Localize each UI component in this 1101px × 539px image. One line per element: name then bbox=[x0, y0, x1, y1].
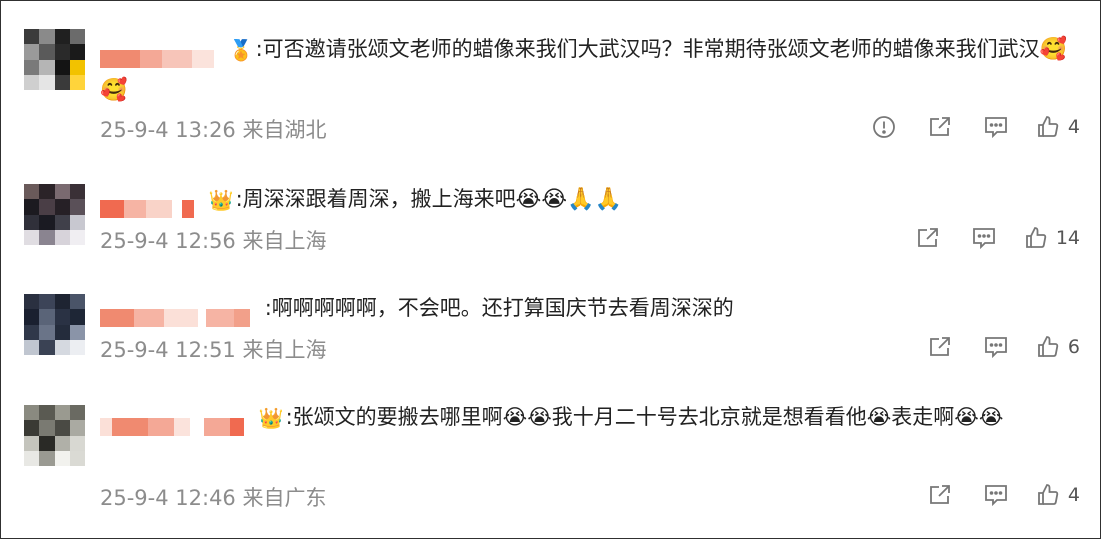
like-count: 6 bbox=[1067, 336, 1080, 358]
thumbs-up-icon bbox=[1038, 484, 1059, 505]
comment-actions: 4 bbox=[856, 112, 1080, 142]
comment-time: 25-9-4 13:26 bbox=[100, 118, 236, 142]
avatar[interactable] bbox=[24, 294, 85, 355]
comment-actions: 14 bbox=[900, 223, 1080, 253]
username-blurred[interactable] bbox=[100, 191, 194, 218]
share-button[interactable] bbox=[912, 480, 968, 510]
username-blurred[interactable] bbox=[100, 41, 214, 68]
comment-text: :周深深跟着周深，搬上海来吧 bbox=[235, 187, 516, 211]
badge-icon: 👑 bbox=[258, 406, 284, 430]
username-blurred[interactable] bbox=[100, 409, 244, 436]
comment-text: :张颂文的要搬去哪里啊😭😭我十月二十号去北京就是想看看他😭表走啊😭😭 bbox=[285, 405, 1004, 429]
comment-time: 25-9-4 12:51 bbox=[100, 338, 236, 362]
reply-button[interactable] bbox=[968, 332, 1024, 362]
comment-meta: 25-9-4 12:56 来自上海 bbox=[100, 225, 326, 255]
comment-meta: 25-9-4 12:51 来自上海 bbox=[100, 334, 326, 364]
comment-text: :可否邀请张颂文老师的蜡像来我们大武汉吗？非常期待张颂文老师的蜡像来我们武汉 bbox=[255, 37, 1040, 61]
comment-time: 25-9-4 12:56 bbox=[100, 229, 236, 253]
comment-text-block: 👑:张颂文的要搬去哪里啊😭😭我十月二十号去北京就是想看看他😭表走啊😭😭 bbox=[100, 397, 1070, 437]
report-icon bbox=[873, 116, 895, 138]
comment-actions: 6 bbox=[912, 332, 1080, 362]
share-icon bbox=[930, 485, 950, 504]
report-button[interactable] bbox=[856, 112, 912, 142]
comment-location: 来自上海 bbox=[242, 229, 327, 253]
share-icon bbox=[930, 337, 950, 356]
share-icon bbox=[917, 228, 938, 247]
avatar[interactable] bbox=[24, 29, 85, 90]
like-count: 14 bbox=[1055, 227, 1080, 249]
like-button[interactable]: 4 bbox=[1024, 480, 1080, 510]
comment-location: 来自湖北 bbox=[242, 118, 327, 142]
like-count: 4 bbox=[1067, 484, 1080, 506]
reply-icon bbox=[985, 485, 1007, 507]
thumbs-up-icon bbox=[1038, 116, 1059, 137]
comment-meta: 25-9-4 12:46 来自广东 bbox=[100, 482, 326, 512]
comment-time: 25-9-4 12:46 bbox=[100, 486, 236, 510]
reply-button[interactable] bbox=[968, 112, 1024, 142]
comment-meta: 25-9-4 13:26 来自湖北 bbox=[100, 114, 326, 144]
reply-button[interactable] bbox=[968, 480, 1024, 510]
share-icon bbox=[930, 117, 950, 136]
reply-icon bbox=[972, 228, 995, 250]
share-button[interactable] bbox=[912, 112, 968, 142]
like-button[interactable]: 14 bbox=[1012, 223, 1080, 253]
emoji-icon: 😭😭🙏🙏 bbox=[515, 187, 622, 212]
comment-location: 来自上海 bbox=[242, 338, 327, 362]
like-button[interactable]: 4 bbox=[1024, 112, 1080, 142]
thumbs-up-icon bbox=[1025, 227, 1047, 248]
comment-text-block: :啊啊啊啊啊，不会吧。还打算国庆节去看周深深的 bbox=[100, 288, 1070, 328]
comment-actions: 4 bbox=[912, 480, 1080, 510]
thumbs-up-icon bbox=[1038, 336, 1059, 357]
avatar[interactable] bbox=[24, 184, 85, 245]
reply-button[interactable] bbox=[956, 223, 1012, 253]
comment-text-block: 👑:周深深跟着周深，搬上海来吧😭😭🙏🙏 bbox=[100, 179, 1070, 220]
comment-list: 🏅:可否邀请张颂文老师的蜡像来我们大武汉吗？非常期待张颂文老师的蜡像来我们武汉🥰… bbox=[0, 0, 1101, 539]
avatar[interactable] bbox=[24, 405, 85, 466]
comment-text: :啊啊啊啊啊，不会吧。还打算国庆节去看周深深的 bbox=[264, 296, 734, 320]
comment-location: 来自广东 bbox=[242, 486, 327, 510]
username-blurred[interactable] bbox=[100, 300, 250, 327]
reply-icon bbox=[985, 337, 1007, 359]
share-button[interactable] bbox=[900, 223, 956, 253]
like-button[interactable]: 6 bbox=[1024, 332, 1080, 362]
comment-text-block: 🏅:可否邀请张颂文老师的蜡像来我们大武汉吗？非常期待张颂文老师的蜡像来我们武汉🥰… bbox=[100, 29, 1070, 111]
badge-icon: 👑 bbox=[208, 188, 234, 212]
share-button[interactable] bbox=[912, 332, 968, 362]
reply-icon bbox=[985, 117, 1007, 139]
badge-icon: 🏅 bbox=[228, 38, 254, 62]
like-count: 4 bbox=[1067, 116, 1080, 138]
